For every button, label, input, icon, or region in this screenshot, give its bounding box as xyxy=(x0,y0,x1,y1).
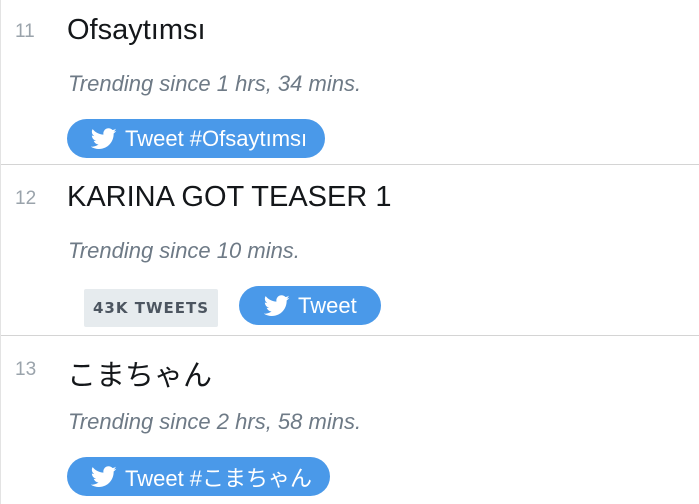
twitter-bird-icon xyxy=(91,127,117,149)
twitter-bird-icon xyxy=(264,294,290,316)
tweet-hashtag-button[interactable]: Tweet #Ofsaytımsı xyxy=(67,119,326,158)
trend-rank: 11 xyxy=(15,21,35,42)
trend-item: 11 Ofsaytımsı Trending since 1 hrs, 34 m… xyxy=(1,0,699,165)
trend-name[interactable]: KARINA GOT TEASER 1 xyxy=(67,181,391,214)
trend-since-text: Trending since 1 hrs, 34 mins. xyxy=(68,71,362,96)
trend-name[interactable]: こまちゃん xyxy=(67,352,212,394)
trend-name[interactable]: Ofsaytımsı xyxy=(67,14,206,47)
trend-item: 12 KARINA GOT TEASER 1 Trending since 10… xyxy=(1,165,699,336)
trend-item: 13 こまちゃん Trending since 2 hrs, 58 mins. … xyxy=(1,336,699,504)
tweet-button-label: Tweet xyxy=(298,292,357,318)
trend-list: 11 Ofsaytımsı Trending since 1 hrs, 34 m… xyxy=(0,0,699,504)
tweet-button-label: Tweet #こまちゃん xyxy=(125,465,313,491)
twitter-bird-icon xyxy=(91,465,117,487)
tweet-count-badge: 43K TWEETS xyxy=(84,289,219,327)
trend-since-text: Trending since 2 hrs, 58 mins. xyxy=(68,409,362,434)
trend-rank: 12 xyxy=(15,188,37,209)
tweet-button[interactable]: Tweet xyxy=(239,286,381,325)
tweet-hashtag-button[interactable]: Tweet #こまちゃん xyxy=(67,457,331,496)
trend-rank: 13 xyxy=(15,359,37,380)
trend-since-text: Trending since 10 mins. xyxy=(68,238,300,263)
tweet-button-label: Tweet #Ofsaytımsı xyxy=(125,125,308,151)
